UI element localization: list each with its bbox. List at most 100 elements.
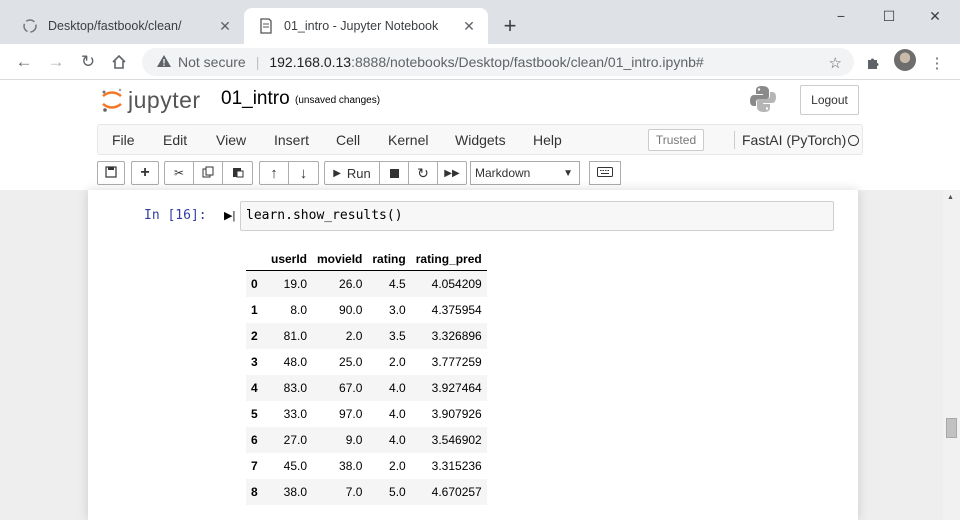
table-row: 5 33.0 97.0 4.0 3.907926 — [246, 401, 487, 427]
table-cell: 3.5 — [367, 322, 411, 349]
save-button[interactable] — [97, 161, 125, 185]
table-cell: 19.0 — [266, 270, 313, 297]
cell-type-select[interactable]: Markdown ▼ — [470, 161, 580, 185]
back-arrow-icon[interactable]: ← — [10, 48, 38, 76]
menu-bar: File Edit View Insert Cell Kernel Widget… — [97, 124, 863, 155]
table-cell: 9.0 — [312, 426, 368, 453]
table-cell: 38.0 — [339, 458, 363, 473]
restart-button[interactable]: ↻ — [408, 161, 438, 185]
output-table: userId movieId rating rating_pred 0 19.0 2… — [246, 248, 487, 505]
new-tab-button[interactable]: + — [498, 13, 522, 38]
command-palette-button[interactable] — [589, 161, 621, 185]
plus-icon: + — [140, 164, 150, 181]
table-cell: 81.0 — [266, 322, 313, 349]
keyboard-icon — [597, 164, 613, 182]
table-row: 3 48.0 25.0 2.0 3.777259 — [246, 349, 487, 375]
table-cell: 67.0 — [312, 374, 368, 401]
address-bar[interactable]: Not secure | 192.168.0.13:8888/notebooks… — [142, 48, 854, 76]
table-cell: 4.0 — [367, 426, 411, 453]
table-cell: 4.375954 — [431, 302, 482, 317]
scrollbar-thumb[interactable] — [946, 418, 957, 438]
scissors-icon: ✂ — [173, 166, 185, 180]
fast-forward-icon: ▶▶ — [444, 167, 460, 179]
menu-kernel[interactable]: Kernel — [388, 132, 428, 148]
row-index: 6 — [246, 426, 266, 453]
table-cell: 3.0 — [389, 302, 406, 317]
code-input[interactable]: learn.show_results() — [240, 201, 834, 231]
forward-arrow-icon[interactable]: → — [42, 48, 70, 76]
tab-title: Desktop/fastbook/clean/ — [48, 19, 182, 33]
menu-cell[interactable]: Cell — [336, 132, 360, 148]
cut-button[interactable]: ✂ — [164, 161, 194, 185]
row-index: 1 — [251, 302, 258, 317]
page-scrollbar[interactable]: ▲ — [943, 190, 960, 520]
logout-button[interactable]: Logout — [800, 85, 859, 115]
not-secure-indicator[interactable]: Not secure — [156, 53, 246, 72]
row-index: 8 — [246, 478, 266, 505]
interrupt-button[interactable] — [379, 161, 409, 185]
notebook-title[interactable]: 01_intro — [221, 88, 290, 110]
browser-tab-notebook[interactable]: 01_intro - Jupyter Notebook ✕ — [244, 8, 488, 44]
notebook-page: In [16]: ▶| learn.show_results() userId … — [88, 190, 858, 520]
move-down-button[interactable]: ↓ — [288, 161, 319, 185]
minimize-button[interactable]: − — [818, 0, 864, 32]
restart-run-all-button[interactable]: ▶▶ — [437, 161, 467, 185]
menu-insert[interactable]: Insert — [274, 132, 309, 148]
table-row: 1 8.0 90.0 3.0 4.375954 — [246, 297, 487, 323]
extensions-puzzle-icon[interactable] — [862, 52, 884, 74]
table-cell: 4.5 — [367, 270, 411, 297]
table-cell: 7.0 — [312, 478, 368, 505]
close-tab-icon[interactable]: ✕ — [216, 17, 234, 35]
jupyter-wordmark: jupyter — [128, 86, 201, 113]
run-button[interactable]: ▶ Run — [324, 161, 380, 185]
menu-file[interactable]: File — [112, 132, 135, 148]
trusted-indicator[interactable]: Trusted — [648, 129, 704, 151]
copy-icon — [202, 166, 214, 181]
bookmark-star-icon[interactable]: ☆ — [829, 54, 842, 72]
table-cell: 38.0 — [266, 478, 313, 505]
jupyter-icon — [22, 18, 38, 34]
browser-tab-tree[interactable]: Desktop/fastbook/clean/ ✕ — [8, 8, 244, 44]
warning-icon — [156, 53, 172, 72]
menu-edit[interactable]: Edit — [163, 132, 187, 148]
jupyter-logo[interactable]: jupyter — [100, 86, 201, 114]
menu-view[interactable]: View — [216, 132, 246, 148]
more-menu-icon[interactable]: ⋮ — [926, 52, 948, 74]
input-prompt: In [16]: — [144, 208, 207, 223]
kernel-name[interactable]: FastAI (PyTorch) — [742, 132, 846, 148]
scroll-up-icon[interactable]: ▲ — [947, 194, 954, 201]
move-up-button[interactable]: ↑ — [259, 161, 289, 185]
row-index: 4 — [246, 374, 266, 401]
paste-icon — [232, 166, 244, 181]
table-cell: 5.0 — [367, 478, 411, 505]
menu-widgets[interactable]: Widgets — [455, 132, 506, 148]
cell-cursor-icon: ▶| — [224, 210, 236, 222]
table-cell: 3.546902 — [410, 426, 487, 453]
copy-button[interactable] — [193, 161, 223, 185]
home-icon[interactable] — [105, 48, 133, 76]
run-label: Run — [346, 165, 371, 181]
row-index: 7 — [251, 458, 258, 473]
profile-avatar[interactable] — [894, 49, 916, 71]
insert-cell-button[interactable]: + — [131, 161, 159, 185]
jupyter-logo-icon — [102, 88, 122, 112]
tab-title: 01_intro - Jupyter Notebook — [284, 19, 439, 33]
browser-toolbar: ← → ↻ Not secure | 192.168.0.13:8888/not… — [0, 44, 960, 80]
table-cell: 83.0 — [266, 374, 313, 401]
table-cell: 33.0 — [283, 406, 308, 421]
stop-icon — [389, 168, 399, 178]
table-cell: 2.0 — [389, 458, 406, 473]
menu-help[interactable]: Help — [533, 132, 562, 148]
arrow-up-icon: ↑ — [270, 164, 278, 182]
security-label: Not secure — [178, 54, 246, 70]
table-cell: 2.0 — [389, 354, 406, 369]
url-path: :8888/notebooks/Desktop/fastbook/clean/0… — [351, 54, 704, 70]
table-cell: 45.0 — [283, 458, 308, 473]
table-row: 0 19.0 26.0 4.5 4.054209 — [246, 270, 487, 297]
reload-icon[interactable]: ↻ — [74, 48, 102, 76]
table-cell: 3.907926 — [431, 406, 482, 421]
close-window-button[interactable]: ✕ — [912, 0, 958, 32]
close-tab-icon[interactable]: ✕ — [460, 17, 478, 35]
paste-button[interactable] — [222, 161, 253, 185]
maximize-button[interactable]: ☐ — [866, 0, 912, 32]
